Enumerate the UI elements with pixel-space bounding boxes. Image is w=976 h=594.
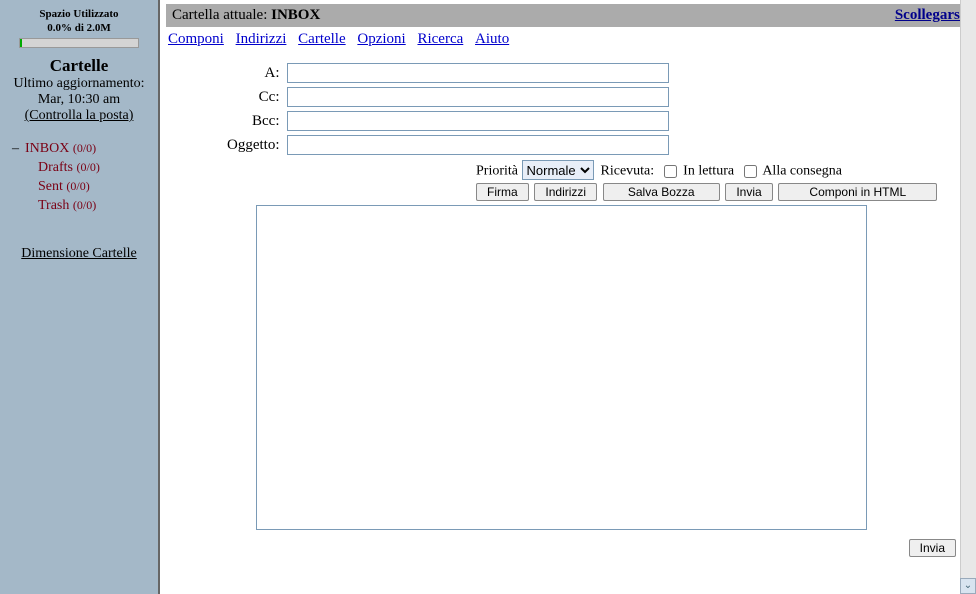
- nav-folders[interactable]: Cartelle: [298, 31, 345, 48]
- folder-sizes-link[interactable]: Dimensione Cartelle: [4, 246, 154, 262]
- subject-input[interactable]: [287, 135, 669, 155]
- nav-search[interactable]: Ricerca: [417, 31, 463, 48]
- current-folder-label: Cartella attuale:: [172, 7, 267, 23]
- current-folder-text: Cartella attuale: INBOX: [172, 7, 320, 24]
- to-label: A:: [226, 62, 286, 84]
- folder-name: Drafts: [38, 160, 73, 175]
- save-draft-button[interactable]: Salva Bozza: [603, 183, 720, 201]
- check-mail-link[interactable]: (Controlla la posta): [4, 108, 154, 124]
- folder-inbox[interactable]: –INBOX (0/0): [12, 140, 154, 159]
- cc-label: Cc:: [226, 86, 286, 108]
- send-button[interactable]: Invia: [725, 183, 772, 201]
- button-row: Firma Indirizzi Salva Bozza Invia Compon…: [226, 183, 970, 201]
- folder-name: Sent: [38, 179, 63, 194]
- addresses-button[interactable]: Indirizzi: [534, 183, 597, 201]
- nav-links: Componi Indirizzi Cartelle Opzioni Ricer…: [166, 27, 970, 56]
- folder-count: (0/0): [77, 160, 100, 174]
- priority-label: Priorità: [476, 164, 518, 179]
- last-update-time: Mar, 10:30 am: [4, 92, 154, 108]
- folder-name: INBOX: [25, 141, 69, 156]
- bcc-input[interactable]: [287, 111, 669, 131]
- read-receipt-label: In lettura: [683, 164, 734, 179]
- space-progress-bar: [19, 38, 139, 48]
- space-progress-fill: [20, 39, 22, 47]
- subject-label: Oggetto:: [226, 134, 286, 156]
- sidebar: Spazio Utilizzato 0.0% di 2.0M Cartelle …: [0, 0, 160, 594]
- nav-options[interactable]: Opzioni: [357, 31, 405, 48]
- message-body-textarea[interactable]: [256, 205, 867, 530]
- folder-drafts[interactable]: Drafts (0/0): [12, 159, 154, 178]
- compose-form: A: Cc: Bcc: Oggetto: Priorità Normale Ri…: [166, 56, 970, 557]
- folder-trash[interactable]: Trash (0/0): [12, 197, 154, 216]
- header-bar: Cartella attuale: INBOX Scollegarsi: [166, 4, 970, 27]
- main-panel: Cartella attuale: INBOX Scollegarsi Comp…: [160, 0, 976, 594]
- folder-name: Trash: [38, 198, 69, 213]
- folder-count: (0/0): [66, 179, 89, 193]
- nav-compose[interactable]: Componi: [168, 31, 224, 48]
- chevron-down-icon[interactable]: ⌄: [960, 578, 976, 594]
- priority-select[interactable]: Normale: [522, 160, 594, 180]
- delivery-receipt-label: Alla consegna: [762, 164, 842, 179]
- signature-button[interactable]: Firma: [476, 183, 529, 201]
- last-update-label: Ultimo aggiornamento:: [4, 76, 154, 92]
- folder-sent[interactable]: Sent (0/0): [12, 178, 154, 197]
- logout-link[interactable]: Scollegarsi: [895, 7, 964, 24]
- bcc-label: Bcc:: [226, 110, 286, 132]
- options-row: Priorità Normale Ricevuta: In lettura Al…: [226, 160, 970, 180]
- to-input[interactable]: [287, 63, 669, 83]
- folder-count: (0/0): [73, 141, 96, 155]
- nav-addresses[interactable]: Indirizzi: [236, 31, 287, 48]
- cc-input[interactable]: [287, 87, 669, 107]
- send-button-bottom[interactable]: Invia: [909, 539, 956, 557]
- read-receipt-checkbox[interactable]: [664, 165, 677, 178]
- space-used-title: Spazio Utilizzato: [4, 8, 154, 20]
- compose-html-button[interactable]: Componi in HTML: [778, 183, 937, 201]
- nav-help[interactable]: Aiuto: [475, 31, 509, 48]
- current-folder-name: INBOX: [271, 7, 320, 23]
- space-used-value: 0.0% di 2.0M: [4, 22, 154, 34]
- dash-icon: –: [12, 141, 25, 156]
- main-scrollbar[interactable]: ⌄: [960, 0, 976, 594]
- folder-count: (0/0): [73, 198, 96, 212]
- delivery-receipt-checkbox[interactable]: [744, 165, 757, 178]
- receipt-label: Ricevuta:: [601, 164, 655, 179]
- folder-list: –INBOX (0/0) Drafts (0/0) Sent (0/0) Tra…: [4, 140, 154, 216]
- folders-heading: Cartelle: [4, 56, 154, 76]
